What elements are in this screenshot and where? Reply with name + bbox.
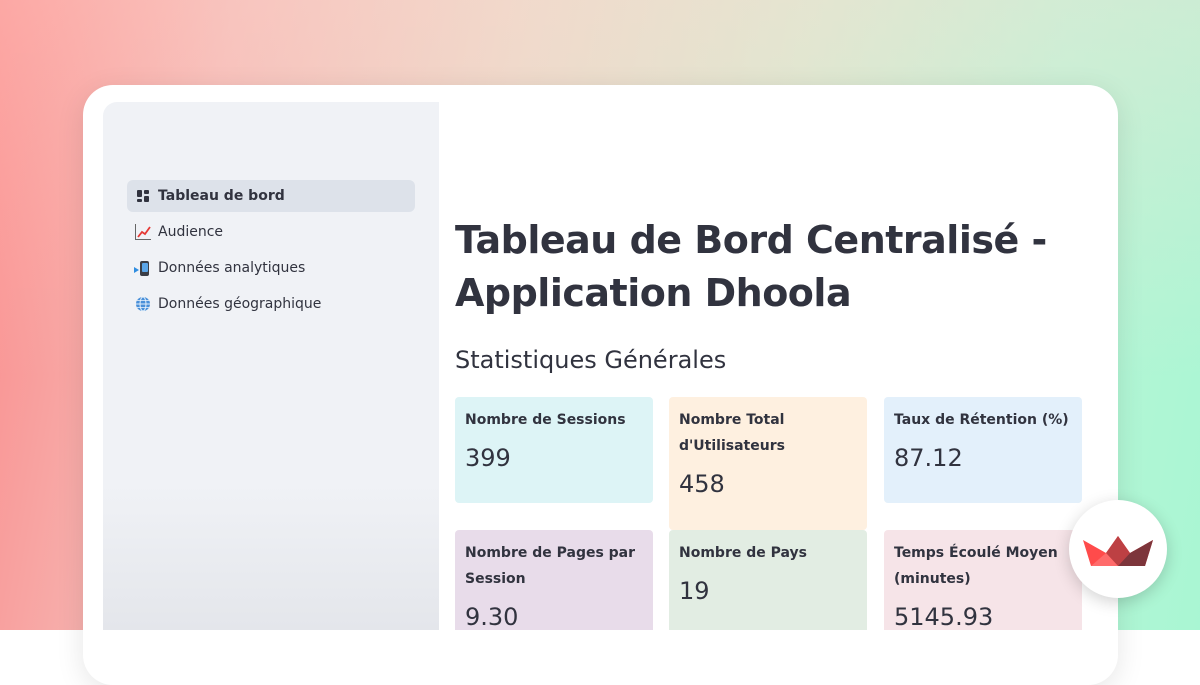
metric-label: Temps Écoulé Moyen (minutes) — [894, 545, 1058, 587]
metric-card-countries: Nombre de Pays 19 — [669, 530, 867, 630]
metric-value: 87.12 — [894, 444, 963, 472]
metric-label: Nombre de Pays — [679, 545, 807, 561]
metric-card-sessions: Nombre de Sessions 399 — [455, 397, 653, 503]
sidebar-item-donnees-geographique[interactable]: Données géographique — [127, 288, 415, 320]
app-window: Tableau de bord Audience Données analyti… — [103, 102, 1097, 630]
metric-card-avg-time: Temps Écoulé Moyen (minutes) 5145.93 — [884, 530, 1082, 630]
sidebar-item-donnees-analytiques[interactable]: Données analytiques — [127, 252, 415, 284]
metric-label: Nombre de Pages par Session — [465, 545, 636, 587]
main-content: Tableau de Bord Centralisé - Application… — [455, 102, 1097, 630]
metric-card-users: Nombre Total d'Utilisateurs 458 — [669, 397, 867, 530]
page-title: Tableau de Bord Centralisé - Application… — [455, 218, 1047, 315]
sidebar-item-label: Données analytiques — [158, 260, 306, 276]
metric-card-retention: Taux de Rétention (%) 87.12 — [884, 397, 1082, 503]
sidebar: Tableau de bord Audience Données analyti… — [103, 102, 439, 630]
metric-value: 458 — [679, 470, 725, 498]
metric-value: 19 — [679, 577, 710, 605]
metric-value: 9.30 — [465, 603, 519, 630]
section-title: Statistiques Générales — [455, 346, 727, 374]
metric-card-pages-per-session: Nombre de Pages par Session 9.30 — [455, 530, 653, 630]
metric-label: Nombre Total d'Utilisateurs — [679, 412, 785, 454]
metric-label: Taux de Rétention (%) — [894, 412, 1069, 428]
dashboard-icon — [135, 188, 151, 204]
streamlit-crown-icon — [1083, 536, 1153, 566]
sidebar-item-label: Tableau de bord — [158, 188, 285, 204]
sidebar-item-label: Audience — [158, 224, 224, 240]
chart-increasing-icon — [135, 224, 151, 240]
mobile-arrow-icon — [134, 260, 149, 276]
sidebar-item-label: Données géographique — [158, 296, 322, 312]
metric-label: Nombre de Sessions — [465, 412, 626, 428]
sidebar-item-audience[interactable]: Audience — [127, 216, 415, 248]
globe-icon — [135, 296, 151, 312]
streamlit-logo-badge — [1069, 500, 1167, 598]
sidebar-item-tableau-de-bord[interactable]: Tableau de bord — [127, 180, 415, 212]
metric-value: 399 — [465, 444, 511, 472]
metric-value: 5145.93 — [894, 603, 994, 630]
